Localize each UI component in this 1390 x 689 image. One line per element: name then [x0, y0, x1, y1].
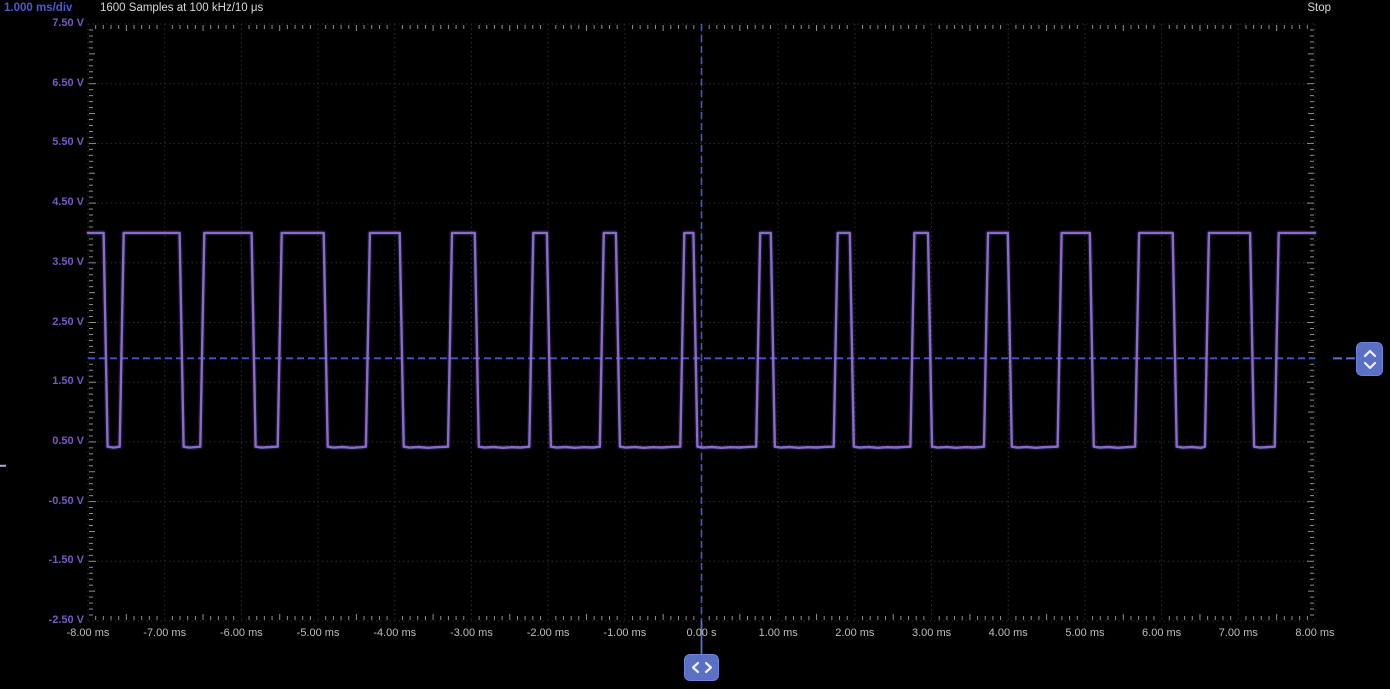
chevron-right-icon: [704, 661, 713, 674]
x-axis-label: 7.00 ms: [1200, 626, 1276, 640]
x-axis-label: -4.00 ms: [357, 626, 433, 640]
y-axis-label: -0.50 V: [0, 495, 84, 508]
y-axis-label: 2.50 V: [0, 316, 84, 329]
x-axis-label: 6.00 ms: [1124, 626, 1200, 640]
scope-plot: [0, 0, 1390, 689]
oscilloscope-screen: 1.000 ms/div 1600 Samples at 100 kHz/10 …: [0, 0, 1390, 689]
x-axis-label: 1.00 ms: [740, 626, 816, 640]
x-axis-label: -1.00 ms: [587, 626, 663, 640]
y-axis-label: 6.50 V: [0, 77, 84, 90]
y-axis-label: 3.50 V: [0, 256, 84, 269]
x-axis-label: -3.00 ms: [433, 626, 509, 640]
y-axis-label: 7.50 V: [0, 17, 84, 30]
x-axis-label: 8.00 ms: [1277, 626, 1353, 640]
chevron-up-icon: [1363, 349, 1377, 358]
x-axis-label: -6.00 ms: [203, 626, 279, 640]
trigger-position-button[interactable]: [684, 654, 719, 681]
chevron-left-icon: [691, 661, 700, 674]
x-axis-label: 5.00 ms: [1047, 626, 1123, 640]
y-axis-label: 1.50 V: [0, 375, 84, 388]
chevron-down-icon: [1363, 361, 1377, 370]
x-axis-label: -8.00 ms: [50, 626, 126, 640]
x-axis-label: -7.00 ms: [127, 626, 203, 640]
x-axis-label: -5.00 ms: [280, 626, 356, 640]
x-axis-label: 4.00 ms: [970, 626, 1046, 640]
y-axis-label: 0.50 V: [0, 435, 84, 448]
y-axis-label: 5.50 V: [0, 136, 84, 149]
y-axis-label: -1.50 V: [0, 554, 84, 567]
x-axis-label: 0.00 s: [664, 626, 740, 640]
trigger-level-button[interactable]: [1356, 342, 1383, 376]
y-axis-label: 4.50 V: [0, 196, 84, 209]
x-axis-label: 2.00 ms: [817, 626, 893, 640]
x-axis-label: -2.00 ms: [510, 626, 586, 640]
x-axis-label: 3.00 ms: [894, 626, 970, 640]
